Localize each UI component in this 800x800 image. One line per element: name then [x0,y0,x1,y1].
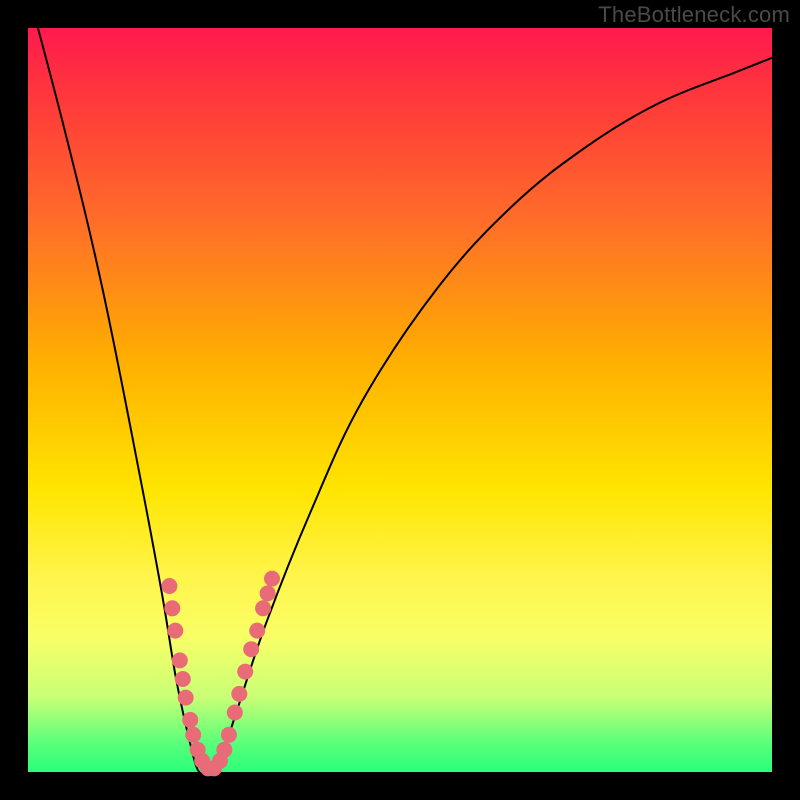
curve-marker [243,641,259,657]
curve-marker [172,652,188,668]
bottleneck-curve-svg [28,28,772,772]
curve-marker [260,585,276,601]
curve-marker [237,664,253,680]
curve-marker [249,623,265,639]
marker-group [161,571,280,777]
curve-marker [161,578,177,594]
curve-marker [178,690,194,706]
curve-marker [167,623,183,639]
plot-area [28,28,772,772]
curve-marker [221,727,237,743]
curve-marker [227,705,243,721]
watermark-text: TheBottleneck.com [598,2,790,28]
chart-frame: TheBottleneck.com [0,0,800,800]
curve-marker [175,671,191,687]
curve-marker [264,571,280,587]
curve-marker [164,600,180,616]
curve-marker [182,712,198,728]
curve-marker [231,686,247,702]
bottleneck-curve [28,0,772,774]
curve-marker [216,742,232,758]
curve-marker [255,600,271,616]
curve-marker [185,727,201,743]
